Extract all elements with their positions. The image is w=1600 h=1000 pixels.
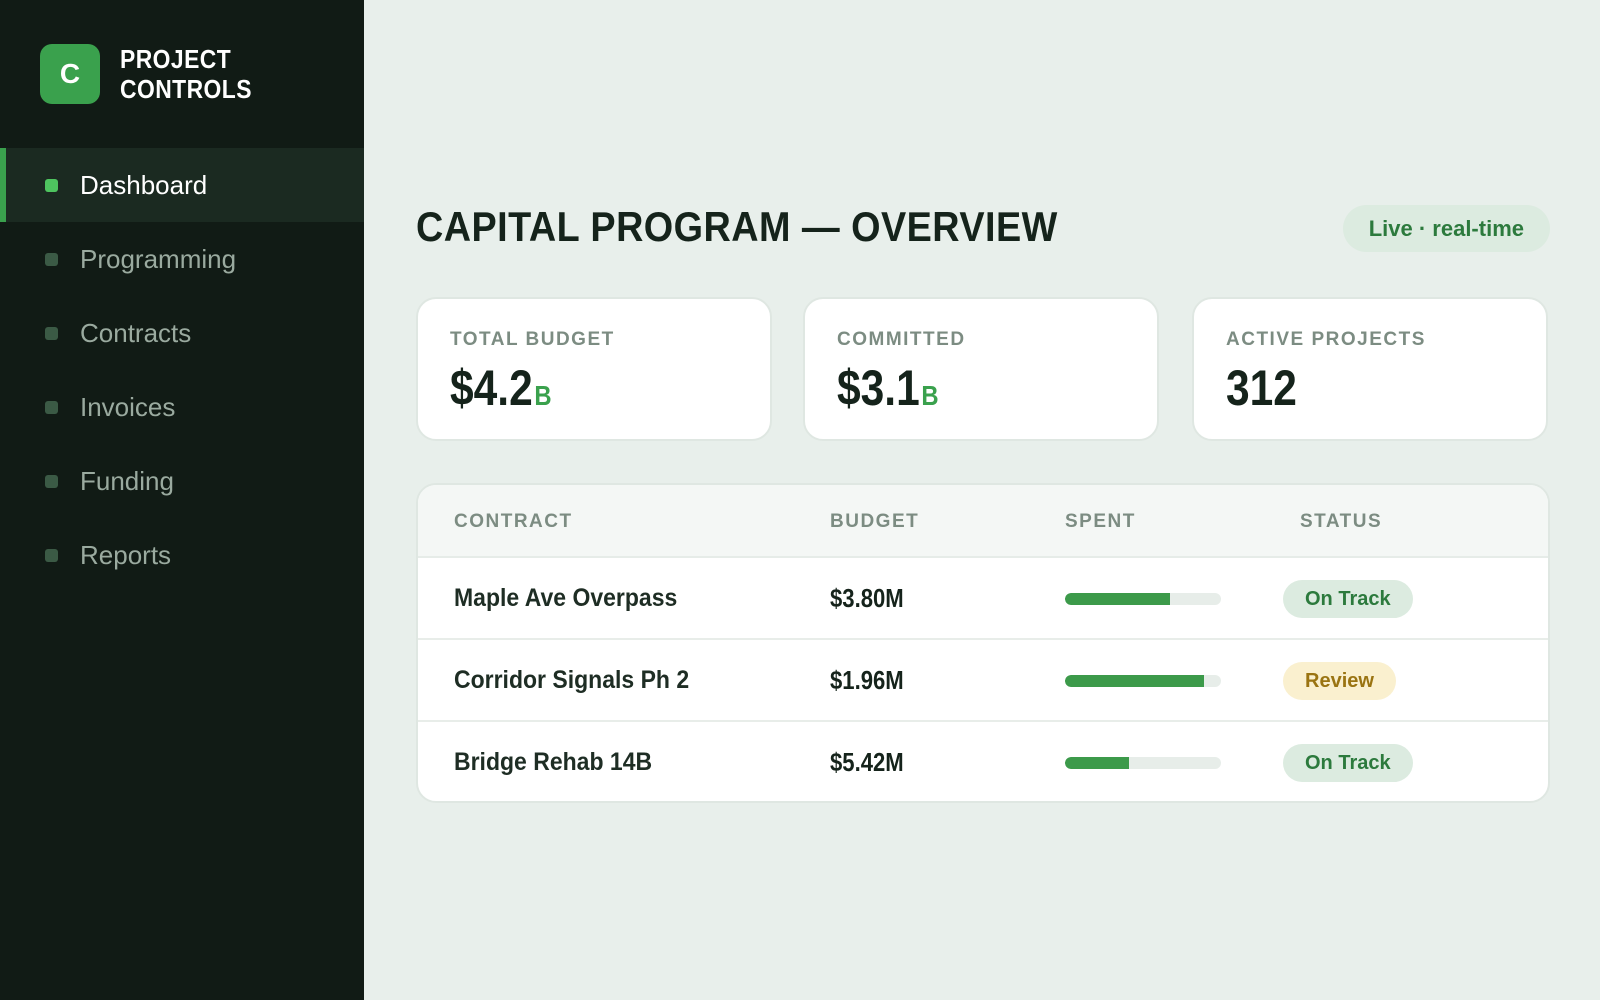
brand-name: PROJECT CONTROLS <box>120 44 261 104</box>
sidebar: C PROJECT CONTROLS Dashboard Programming… <box>0 0 364 1000</box>
table-header: CONTRACT BUDGET SPENT STATUS <box>418 485 1548 558</box>
main-content: CAPITAL PROGRAM — OVERVIEW Live · real-t… <box>364 0 1600 1000</box>
kpi-value: $4.2B <box>450 359 552 417</box>
status-badge: On Track <box>1283 580 1413 618</box>
contract-budget: $1.96M <box>830 665 904 695</box>
dashboard-dot-icon <box>45 178 58 192</box>
kpi-number: $3.1 <box>837 360 920 416</box>
contracts-table: CONTRACT BUDGET SPENT STATUS Maple Ave O… <box>416 483 1550 803</box>
contract-budget: $3.80M <box>830 583 904 613</box>
sidebar-item-funding[interactable]: Funding <box>0 444 364 518</box>
column-header-budget[interactable]: BUDGET <box>830 511 919 533</box>
brand-name-line1: PROJECT <box>120 44 232 74</box>
funding-dot-icon <box>45 474 58 488</box>
contract-name: Corridor Signals Ph 2 <box>454 666 690 694</box>
live-status-badge[interactable]: Live · real-time <box>1342 205 1550 252</box>
contracts-dot-icon <box>45 326 58 340</box>
column-header-spent[interactable]: SPENT <box>1065 511 1136 533</box>
kpi-card-total-budget: TOTAL BUDGET $4.2B <box>416 297 772 441</box>
sidebar-nav: Dashboard Programming Contracts Invoices… <box>0 148 364 592</box>
spent-progress-bar <box>1065 593 1221 605</box>
table-row[interactable]: Bridge Rehab 14B $5.42M On Track <box>418 722 1548 801</box>
status-badge: On Track <box>1283 744 1413 782</box>
spent-progress-bar <box>1065 757 1221 769</box>
column-header-status[interactable]: STATUS <box>1300 511 1382 533</box>
sidebar-item-dashboard[interactable]: Dashboard <box>0 148 364 222</box>
kpi-cards: TOTAL BUDGET $4.2B COMMITTED $3.1B ACTIV… <box>416 297 1550 441</box>
sidebar-item-label: Dashboard <box>80 169 208 200</box>
sidebar-item-label: Invoices <box>80 391 176 422</box>
kpi-card-committed: COMMITTED $3.1B <box>803 297 1159 441</box>
contract-budget: $5.42M <box>830 747 904 777</box>
sidebar-item-label: Funding <box>80 465 174 496</box>
brand-logo: C <box>40 44 100 104</box>
kpi-unit: B <box>921 380 939 411</box>
sidebar-item-label: Reports <box>80 539 172 570</box>
sidebar-item-invoices[interactable]: Invoices <box>0 370 364 444</box>
invoices-dot-icon <box>45 400 58 414</box>
sidebar-item-label: Programming <box>80 243 237 274</box>
kpi-unit: B <box>534 380 552 411</box>
sidebar-item-programming[interactable]: Programming <box>0 222 364 296</box>
spent-progress-bar <box>1065 675 1221 687</box>
status-badge: Review <box>1283 662 1396 700</box>
kpi-number: 312 <box>1226 360 1297 416</box>
page-title: CAPITAL PROGRAM — OVERVIEW <box>416 203 1058 250</box>
kpi-label: TOTAL BUDGET <box>450 329 615 350</box>
spent-progress-fill <box>1065 675 1204 687</box>
reports-dot-icon <box>45 548 58 562</box>
contract-name: Maple Ave Overpass <box>454 584 678 612</box>
brand[interactable]: C PROJECT CONTROLS <box>40 44 280 104</box>
kpi-label: COMMITTED <box>837 329 966 350</box>
sidebar-item-label: Contracts <box>80 317 192 348</box>
kpi-value: $3.1B <box>837 359 939 417</box>
spent-progress-fill <box>1065 593 1170 605</box>
table-row[interactable]: Corridor Signals Ph 2 $1.96M Review <box>418 640 1548 722</box>
sidebar-item-reports[interactable]: Reports <box>0 518 364 592</box>
column-header-contract[interactable]: CONTRACT <box>454 511 573 533</box>
kpi-card-active-projects: ACTIVE PROJECTS 312 <box>1192 297 1548 441</box>
contract-name: Bridge Rehab 14B <box>454 748 653 776</box>
brand-name-line2: CONTROLS <box>120 74 252 104</box>
kpi-number: $4.2 <box>450 360 533 416</box>
kpi-value: 312 <box>1226 359 1299 417</box>
programming-dot-icon <box>45 252 58 266</box>
table-row[interactable]: Maple Ave Overpass $3.80M On Track <box>418 558 1548 640</box>
spent-progress-fill <box>1065 757 1129 769</box>
sidebar-item-contracts[interactable]: Contracts <box>0 296 364 370</box>
kpi-label: ACTIVE PROJECTS <box>1226 329 1426 350</box>
